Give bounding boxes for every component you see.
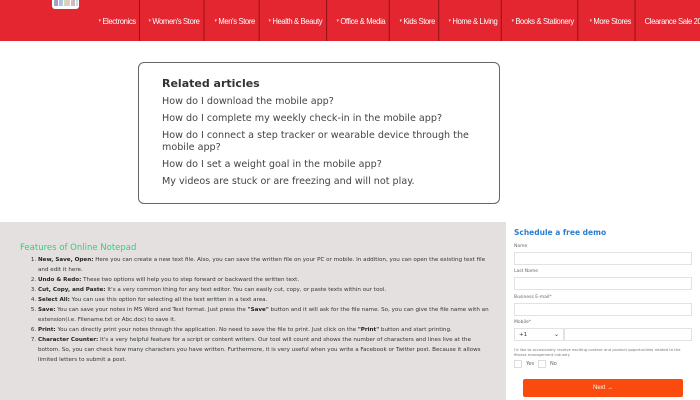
no-label: No	[550, 361, 557, 367]
header: ▾ Electronics ▾ Women's Store ▾ Men's Store ▾ H…	[0, 0, 700, 41]
related-articles-title: Related articles	[162, 77, 260, 90]
feature-emphasis: "Save"	[247, 307, 269, 313]
main-nav: ▾ Electronics ▾ Women's Store ▾ Men's Store ▾ H…	[95, 0, 700, 41]
yes-label: Yes	[526, 361, 535, 367]
nav-item[interactable]: ▾ Office & Media	[333, 0, 391, 41]
feature-text: Here you can create a new text file. Als…	[38, 257, 486, 273]
feature-lead: Undo & Redo:	[38, 277, 82, 283]
feature-item: Save: You can save your notes in MS Word…	[38, 305, 493, 325]
chevron-down-icon: ⌄	[553, 331, 559, 338]
feature-item: Cut, Copy, and Paste: It's a very common…	[38, 285, 493, 295]
feature-text: It's a very helpful feature for a script…	[38, 337, 481, 363]
caret-icon: ▾	[336, 17, 339, 24]
feature-text: You can directly print your notes throug…	[55, 327, 358, 333]
nav-item[interactable]: ▾ Health & Beauty	[265, 0, 327, 41]
nav-label: Women's Store	[152, 15, 201, 26]
feature-text: You can save your notes in MS Word and T…	[55, 307, 248, 313]
caret-icon: ▾	[448, 17, 451, 24]
related-article-link[interactable]: How do I set a weight goal in the mobile…	[162, 159, 476, 171]
caret-icon: ▾	[511, 17, 514, 24]
nav-item[interactable]: ▾ Men's Store	[211, 0, 260, 41]
features-list: New, Save, Open: Here you can create a n…	[38, 255, 493, 365]
caret-icon: ▾	[400, 17, 402, 24]
feature-item: New, Save, Open: Here you can create a n…	[38, 255, 493, 275]
mobile-input[interactable]	[564, 328, 692, 341]
country-code-select[interactable]: +1 ⌄	[514, 328, 564, 341]
nav-item[interactable]: ▾ Electronics	[95, 0, 141, 41]
features-title: Features of Online Notepad	[20, 243, 137, 253]
store-logo[interactable]	[52, 0, 79, 9]
nav-item[interactable]: ▾ Books & Stationery	[508, 0, 579, 41]
nav-item[interactable]: ▾ Home & Living	[445, 0, 502, 41]
nav-label: Clearance Sale 2022	[644, 15, 700, 26]
caret-icon: ▾	[589, 17, 592, 24]
mobile-label: Mobile*	[514, 320, 532, 325]
related-article-link[interactable]: How do I complete my weekly check-in in …	[162, 113, 476, 125]
feature-item: Undo & Redo: These two options will help…	[38, 275, 493, 285]
nav-label: Men's Store	[218, 15, 255, 26]
name-label: Name	[514, 244, 528, 249]
nav-label: More Stores	[593, 15, 632, 26]
related-article-link[interactable]: How do I connect a step tracker or weara…	[162, 130, 476, 154]
feature-text: These two options will help you to step …	[81, 277, 300, 283]
consent-text: I'd like to occasionally receive excitin…	[514, 347, 681, 357]
nav-item[interactable]: ▾ Kids Store	[396, 0, 440, 41]
country-code-value: +1	[519, 332, 528, 338]
nav-label: Books & Stationery	[515, 15, 574, 26]
last-name-label: Last Name	[514, 269, 539, 274]
name-input[interactable]	[514, 252, 692, 265]
caret-icon: ▾	[214, 17, 217, 24]
feature-lead: Character Counter:	[38, 337, 99, 343]
nav-item[interactable]: Clearance Sale 2022	[641, 0, 700, 41]
feature-lead: New, Save, Open:	[38, 257, 94, 263]
no-checkbox[interactable]	[538, 360, 546, 368]
feature-lead: Select All:	[38, 297, 70, 303]
related-article-link[interactable]: How do I download the mobile app?	[162, 96, 476, 108]
yes-checkbox[interactable]	[514, 360, 522, 368]
nav-label: Health & Beauty	[272, 15, 322, 26]
email-input[interactable]	[514, 303, 692, 316]
related-article-link[interactable]: My videos are stuck or are freezing and …	[162, 176, 476, 188]
caret-icon: ▾	[98, 17, 101, 24]
feature-item: Character Counter: It's a very helpful f…	[38, 335, 493, 365]
feature-lead: Cut, Copy, and Paste:	[38, 287, 106, 293]
last-name-input[interactable]	[514, 277, 692, 290]
feature-item: Print: You can directly print your notes…	[38, 325, 493, 335]
feature-item: Select All: You can use this option for …	[38, 295, 493, 305]
nav-label: Home & Living	[452, 15, 498, 26]
nav-item[interactable]: ▾ More Stores	[586, 0, 636, 41]
caret-icon: ▾	[148, 17, 151, 24]
feature-text: It's a very common thing for any text ed…	[105, 287, 387, 293]
caret-icon: ▾	[268, 17, 271, 24]
demo-title: Schedule a free demo	[514, 228, 607, 237]
feature-text-cont: button and start printing.	[379, 327, 452, 333]
nav-label: Office & Media	[340, 15, 386, 26]
feature-lead: Print:	[38, 327, 56, 333]
features-section: Features of Online Notepad New, Save, Op…	[0, 222, 506, 400]
feature-text: You can use this option for selecting al…	[69, 297, 268, 303]
nav-label: Kids Store	[403, 15, 436, 26]
nav-label: Electronics	[102, 15, 136, 26]
feature-lead: Save:	[38, 307, 56, 313]
logo-stripe	[75, 0, 78, 6]
next-button[interactable]: Next →	[523, 379, 683, 397]
nav-item[interactable]: ▾ Women's Store	[145, 0, 205, 41]
related-articles-card: Related articles How do I download the m…	[138, 62, 500, 204]
email-label: Business E-mail*	[514, 295, 552, 300]
feature-emphasis: "Print"	[357, 327, 380, 333]
